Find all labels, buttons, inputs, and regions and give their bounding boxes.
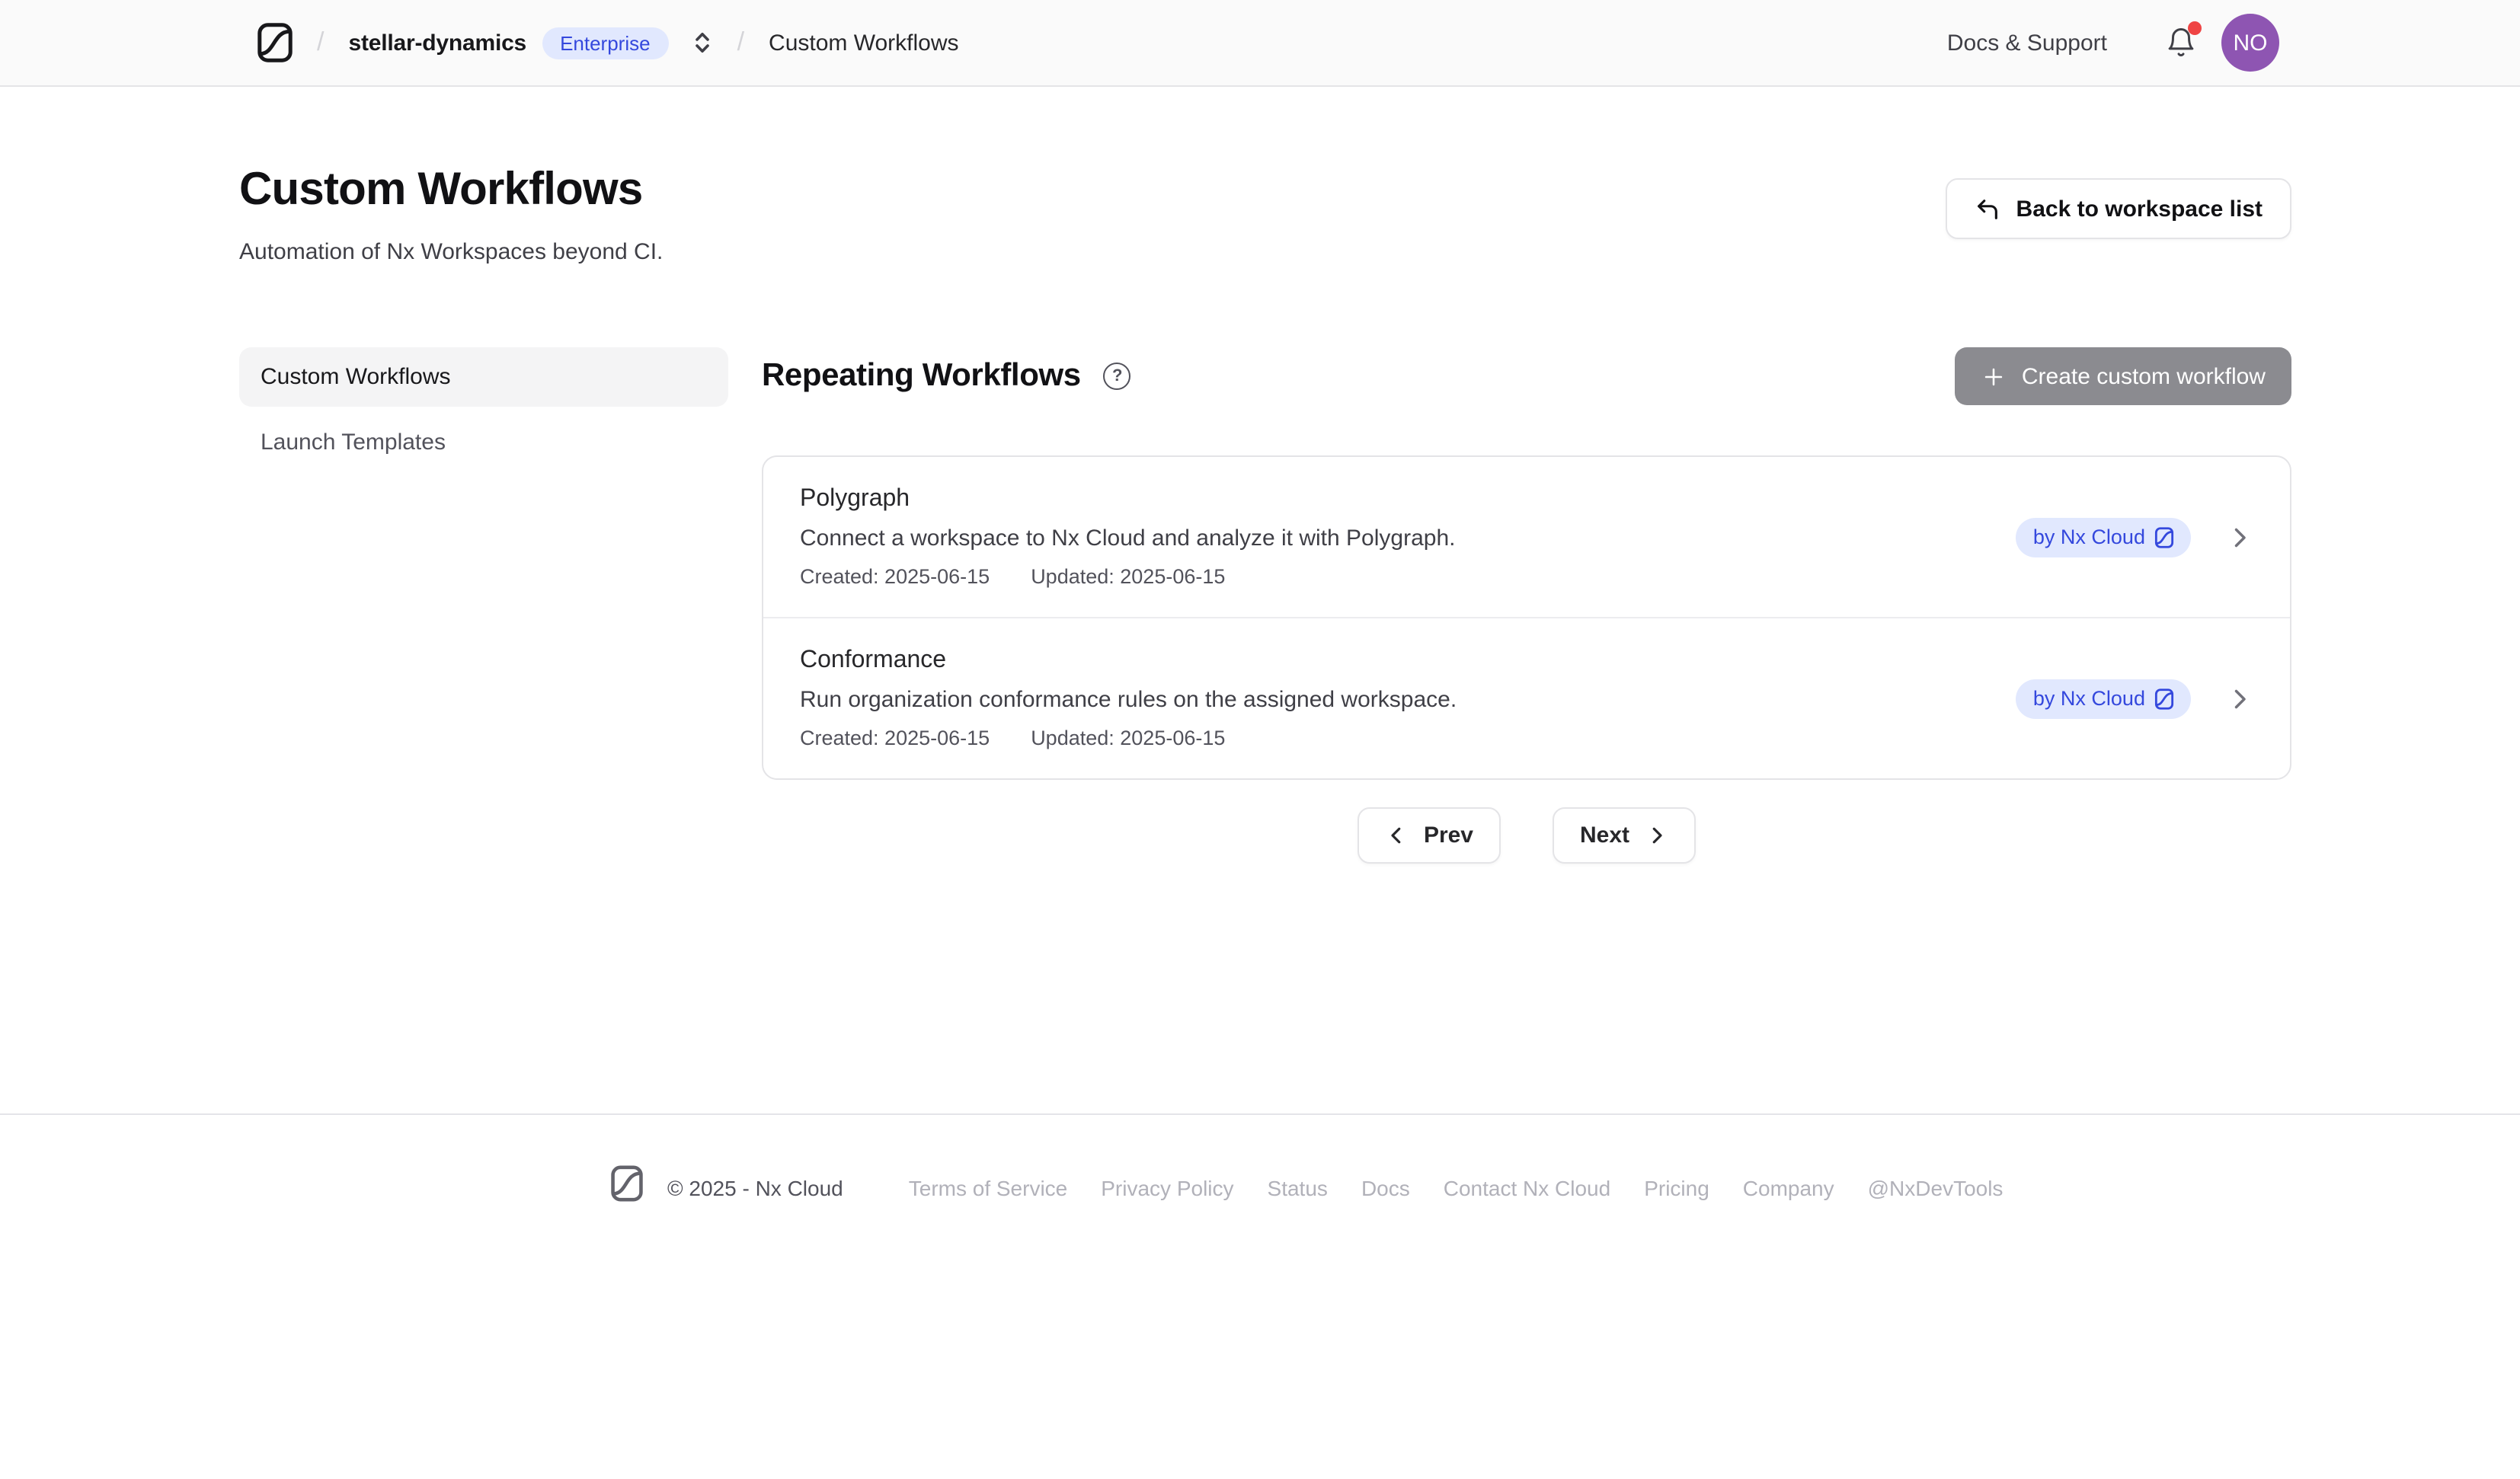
avatar[interactable]: NO <box>2221 14 2279 72</box>
page-header: Custom Workflows Automation of Nx Worksp… <box>239 163 2291 265</box>
create-custom-workflow-button[interactable]: Create custom workflow <box>1955 347 2291 405</box>
nx-logo-icon[interactable] <box>257 23 293 62</box>
workflow-row-conformance[interactable]: Conformance Run organization conformance… <box>763 617 2290 778</box>
workspace-switcher[interactable]: stellar-dynamics Enterprise <box>348 27 712 59</box>
plus-icon <box>1981 363 2007 389</box>
footer-link-privacy[interactable]: Privacy Policy <box>1101 1175 1233 1199</box>
footer-link-contact[interactable]: Contact Nx Cloud <box>1444 1175 1610 1199</box>
navbar-actions: Docs & Support NO <box>1947 14 2279 72</box>
sidebar-item-launch-templates[interactable]: Launch Templates <box>239 413 728 472</box>
workspace-name: stellar-dynamics <box>348 30 526 56</box>
chevron-right-icon <box>2226 685 2253 712</box>
workflows-list: Polygraph Connect a workspace to Nx Clou… <box>762 455 2291 780</box>
breadcrumb-separator: / <box>317 27 324 58</box>
copyright: © 2025 - Nx Cloud <box>667 1175 843 1199</box>
chevron-left-icon <box>1386 824 1409 847</box>
section-sidebar: Custom Workflows Launch Templates <box>239 347 728 864</box>
breadcrumb-page[interactable]: Custom Workflows <box>769 30 959 56</box>
chevron-right-icon <box>1645 824 1668 847</box>
by-nx-cloud-badge[interactable]: by Nx Cloud <box>2016 517 2191 557</box>
nx-logo-footer-icon <box>611 1165 643 1209</box>
help-icon[interactable]: ? <box>1104 363 1131 390</box>
page: / stellar-dynamics Enterprise / Custom W… <box>0 0 2520 1479</box>
footer-link-terms[interactable]: Terms of Service <box>909 1175 1068 1199</box>
workflow-updated: Updated: 2025-06-15 <box>1031 565 1225 588</box>
prev-button[interactable]: Prev <box>1358 807 1501 864</box>
workflow-created: Created: 2025-06-15 <box>800 565 990 588</box>
enterprise-badge: Enterprise <box>542 27 669 59</box>
notification-dot <box>2188 21 2202 35</box>
footer-link-pricing[interactable]: Pricing <box>1644 1175 1709 1199</box>
footer-link-docs[interactable]: Docs <box>1361 1175 1410 1199</box>
workflow-description: Run organization conformance rules on th… <box>800 687 1457 713</box>
nx-logo-mini-icon <box>2154 688 2174 709</box>
workflow-created: Created: 2025-06-15 <box>800 727 990 749</box>
workflow-updated: Updated: 2025-06-15 <box>1031 727 1225 749</box>
page-footer: © 2025 - Nx Cloud Terms of Service Priva… <box>0 1113 2520 1479</box>
content-area: Custom Workflows Automation of Nx Worksp… <box>0 87 2520 1113</box>
by-nx-cloud-badge[interactable]: by Nx Cloud <box>2016 679 2191 718</box>
footer-link-status[interactable]: Status <box>1268 1175 1328 1199</box>
notifications-button[interactable] <box>2165 26 2197 59</box>
chevron-right-icon <box>2226 523 2253 551</box>
docs-support-link[interactable]: Docs & Support <box>1947 30 2107 56</box>
pagination: Prev Next <box>762 807 2291 864</box>
nx-logo-mini-icon <box>2154 526 2174 548</box>
footer-links: Terms of Service Privacy Policy Status D… <box>909 1175 2004 1199</box>
workflow-description: Connect a workspace to Nx Cloud and anal… <box>800 525 1455 551</box>
corner-up-left-icon <box>1975 196 2001 222</box>
top-navbar: / stellar-dynamics Enterprise / Custom W… <box>0 0 2520 87</box>
breadcrumb: / stellar-dynamics Enterprise / Custom W… <box>257 23 959 62</box>
next-button[interactable]: Next <box>1553 807 1695 864</box>
workflow-name: Conformance <box>800 647 1457 675</box>
section-title: Repeating Workflows <box>762 358 1081 395</box>
page-subtitle: Automation of Nx Workspaces beyond CI. <box>239 239 663 265</box>
workflow-name: Polygraph <box>800 486 1455 513</box>
back-to-workspace-list-button[interactable]: Back to workspace list <box>1946 178 2291 239</box>
footer-link-nxdevtools[interactable]: @NxDevTools <box>1868 1175 2004 1199</box>
page-title: Custom Workflows <box>239 163 663 218</box>
breadcrumb-separator: / <box>737 27 744 58</box>
chevron-up-down-icon <box>692 29 713 56</box>
sidebar-item-custom-workflows[interactable]: Custom Workflows <box>239 347 728 407</box>
workflow-row-polygraph[interactable]: Polygraph Connect a workspace to Nx Clou… <box>763 457 2290 617</box>
footer-link-company[interactable]: Company <box>1743 1175 1834 1199</box>
main-section: Repeating Workflows ? Create custom work… <box>762 347 2291 864</box>
